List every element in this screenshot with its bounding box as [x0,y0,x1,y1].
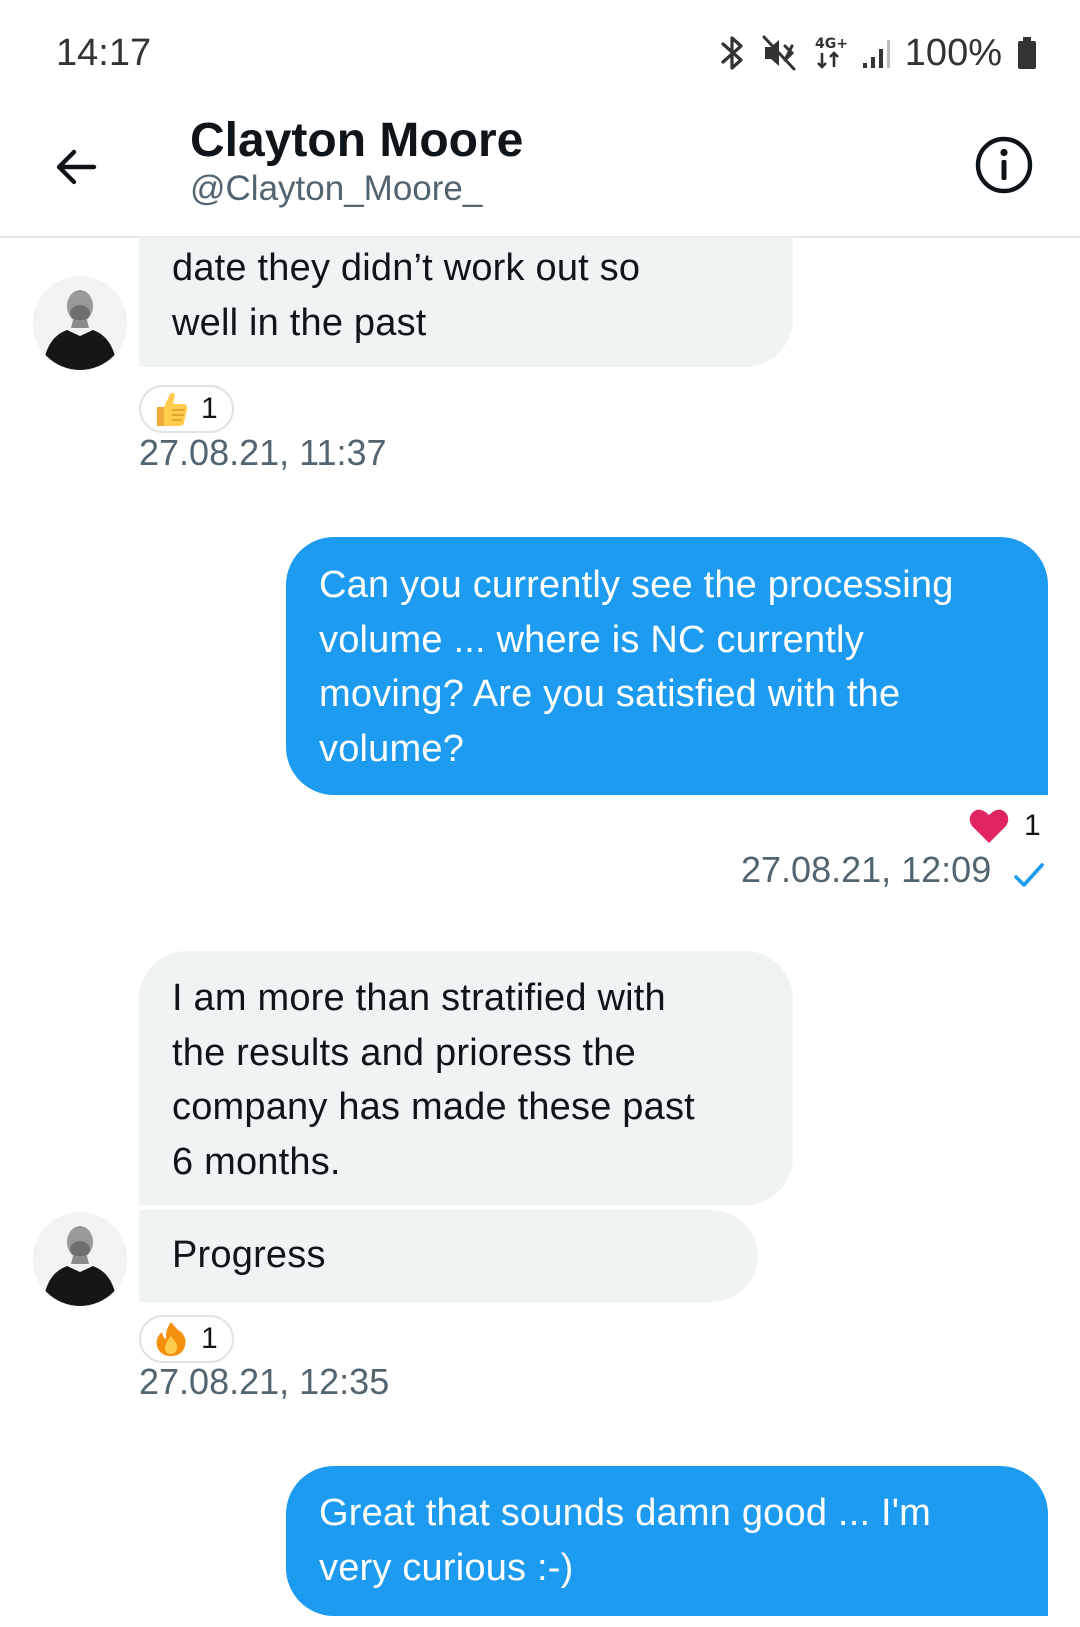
back-button[interactable] [46,137,106,197]
reaction-count: 1 [201,392,218,425]
svg-text:4G+: 4G+ [815,36,847,52]
bluetooth-icon [721,36,743,70]
fire-icon [156,1322,186,1356]
check-icon [1014,863,1044,887]
message-text: volume? [319,727,465,770]
message-text: the results and prioress the [172,1031,636,1074]
incoming-message-bubble[interactable]: Progress [139,1210,758,1302]
message-text: moving? Are you satisfied with the [319,673,901,715]
message-text: 6 months. [172,1140,341,1183]
battery-icon [1018,37,1036,69]
heart-icon [969,809,1009,843]
message-timestamp: 27.08.21, 11:37 [139,432,387,473]
reaction-badge[interactable]: 1 [968,807,1041,845]
reaction-count: 1 [1024,809,1041,842]
message-list[interactable]: date they didn’t work out so well in the… [0,237,1080,1627]
message-text: I am more than stratified with [172,977,666,1019]
message-text: well in the past [172,301,427,344]
message-timestamp: 27.08.21, 12:35 [139,1361,390,1402]
avatar[interactable] [33,276,127,370]
avatar-photo [33,1212,127,1306]
contact-name[interactable]: Clayton Moore [190,113,523,168]
signal-icon [862,40,890,68]
info-icon[interactable] [972,133,1036,197]
message-text: volume ... where is NC currently [319,618,864,661]
incoming-message-bubble[interactable]: date they didn’t work out so well in the… [139,237,793,367]
battery-percentage: 100% [904,31,1002,74]
mute-icon [762,35,796,71]
conversation-header: Clayton Moore @Clayton_Moore_ [0,105,1080,238]
status-time: 14:17 [56,32,152,74]
message-timestamp: 27.08.21, 12:09 [741,849,992,890]
status-bar: 14:17 4G+ 100% [0,0,1080,105]
reaction-badge[interactable]: 1 [139,385,234,433]
message-text: Can you currently see the processing [319,564,954,606]
message-text: Great that sounds damn good ... I'm [319,1492,932,1534]
network-4g-icon: 4G+ [815,36,847,69]
outgoing-message-bubble[interactable]: Great that sounds damn good ... I'm very… [286,1466,1048,1616]
message-text: very curious :-) [319,1546,574,1589]
message-text: date they didn’t work out so [172,247,641,289]
contact-handle[interactable]: @Clayton_Moore_ [190,169,482,209]
avatar-photo [33,276,127,370]
outgoing-message-bubble[interactable]: Can you currently see the processing vol… [286,537,1048,795]
message-text: company has made these past [172,1086,695,1128]
back-arrow-icon [56,149,97,185]
avatar[interactable] [33,1212,127,1306]
thumbs-up-icon [157,392,188,426]
message-text: Progress [172,1234,326,1276]
reaction-count: 1 [201,1322,218,1355]
status-icons: 4G+ 100% [719,30,1038,76]
reaction-badge[interactable]: 1 [139,1315,234,1363]
incoming-message-bubble[interactable]: I am more than stratified with the resul… [139,951,793,1205]
